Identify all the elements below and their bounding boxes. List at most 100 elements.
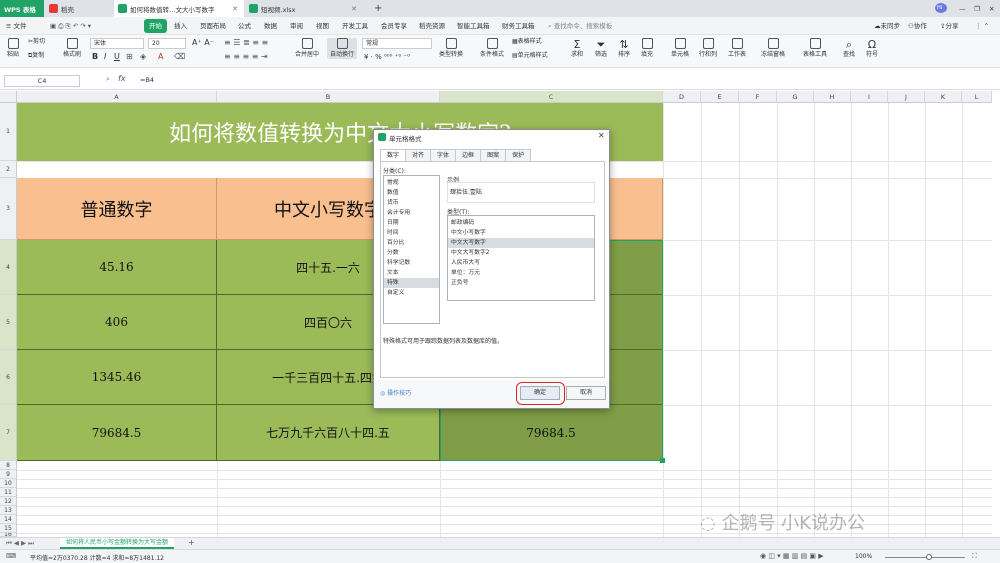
worksheet-button[interactable]: 工作表 xyxy=(725,38,749,59)
row-col-button[interactable]: 行和列 xyxy=(696,38,720,59)
zoom-slider-thumb[interactable] xyxy=(926,554,932,560)
row-header-10[interactable]: 10 xyxy=(0,479,17,488)
align-horizontal-icons[interactable]: ≡ ≡ ≡ ≡ ⇥ xyxy=(224,52,268,62)
column-header-g[interactable]: G xyxy=(777,91,814,103)
category-item[interactable]: 日期 xyxy=(384,218,439,228)
category-item-selected[interactable]: 特殊 xyxy=(384,278,439,288)
macro-icon[interactable]: ⌨ xyxy=(6,552,16,560)
category-item[interactable]: 会计专用 xyxy=(384,208,439,218)
tab-close-icon[interactable]: ✕ xyxy=(351,5,357,13)
tab-alignment[interactable]: 对齐 xyxy=(405,149,432,161)
tab-pattern[interactable]: 图案 xyxy=(480,149,507,161)
add-sheet-button[interactable]: + xyxy=(188,538,195,547)
type-item[interactable]: 正负号 xyxy=(448,278,594,288)
column-header-j[interactable]: J xyxy=(888,91,925,103)
fill-handle[interactable] xyxy=(660,458,665,463)
row-header-15[interactable]: 15 xyxy=(0,524,17,533)
menu-formula[interactable]: 公式 xyxy=(238,19,251,33)
column-header-a[interactable]: A xyxy=(17,91,217,103)
type-item[interactable]: 单位：万元 xyxy=(448,268,594,278)
column-header-k[interactable]: K xyxy=(925,91,962,103)
copy-button[interactable]: ⧉复制 xyxy=(28,52,44,60)
fill-button[interactable]: 填充 xyxy=(638,38,656,59)
collaborate-button[interactable]: ⚇协作 xyxy=(908,19,927,33)
category-item[interactable]: 科学记数 xyxy=(384,258,439,268)
zoom-search-icon[interactable]: ⌕ xyxy=(106,75,110,84)
column-header-h[interactable]: H xyxy=(814,91,851,103)
cells-button[interactable]: 单元格 xyxy=(668,38,692,59)
category-item[interactable]: 时间 xyxy=(384,228,439,238)
restore-button[interactable]: ❐ xyxy=(970,0,982,17)
view-mode-icons[interactable]: ◉ ◫ ▾ ▦ ▥ ▤ ▣ ▶ xyxy=(760,552,824,560)
avatar[interactable]: Hi xyxy=(935,3,947,13)
category-item[interactable]: 数值 xyxy=(384,188,439,198)
ok-button[interactable]: 确定 xyxy=(520,386,560,400)
row-header-12[interactable]: 12 xyxy=(0,497,17,506)
more-icon[interactable]: ⋮ ⌃ xyxy=(975,19,989,33)
symbol-button[interactable]: Ω 符号 xyxy=(863,38,881,59)
conditional-format-button[interactable]: 条件格式 xyxy=(476,38,508,59)
find-button[interactable]: ⌕ 查找 xyxy=(840,38,858,59)
zoom-slider[interactable] xyxy=(885,557,965,558)
column-header-f[interactable]: F xyxy=(739,91,777,103)
data-cell-a5[interactable]: 406 xyxy=(17,295,217,350)
column-header-l[interactable]: L xyxy=(962,91,992,103)
data-cell-a4[interactable]: 45.16 xyxy=(17,240,217,295)
minimize-button[interactable]: — xyxy=(955,0,967,17)
tab-border[interactable]: 边框 xyxy=(455,149,482,161)
menu-view[interactable]: 视图 xyxy=(316,19,329,33)
format-painter-button[interactable]: 格式刷 xyxy=(62,38,82,59)
category-item[interactable]: 货币 xyxy=(384,198,439,208)
number-format-icons[interactable]: ¥ · % ⁰⁰⁰ ⁺⁰ ⁻⁰ xyxy=(364,52,410,62)
row-header-3[interactable]: 3 xyxy=(0,178,17,240)
category-item[interactable]: 常规 xyxy=(384,178,439,188)
tab-docer[interactable]: 稻壳 xyxy=(45,0,113,17)
menu-review[interactable]: 审阅 xyxy=(290,19,303,33)
category-item[interactable]: 文本 xyxy=(384,268,439,278)
row-header-13[interactable]: 13 xyxy=(0,506,17,515)
row-header-2[interactable]: 2 xyxy=(0,161,17,178)
column-header-i[interactable]: I xyxy=(851,91,888,103)
menu-member[interactable]: 会员专享 xyxy=(381,19,407,33)
menu-page-layout[interactable]: 页面布局 xyxy=(200,19,226,33)
menu-smart-toolbox[interactable]: 智能工具箱 xyxy=(457,19,490,33)
dialog-close-icon[interactable]: ✕ xyxy=(598,131,605,140)
data-cell-a6[interactable]: 1345.46 xyxy=(17,350,217,405)
row-header-11[interactable]: 11 xyxy=(0,488,17,497)
row-header-5[interactable]: 5 xyxy=(0,295,17,350)
cancel-button[interactable]: 取消 xyxy=(566,386,606,400)
category-item[interactable]: 分数 xyxy=(384,248,439,258)
sort-button[interactable]: ⇅ 排序 xyxy=(615,38,633,59)
table-style-button[interactable]: ▦表格样式 xyxy=(512,38,542,46)
menu-docer-resources[interactable]: 稻壳资源 xyxy=(419,19,445,33)
data-cell-a7[interactable]: 79684.5 xyxy=(17,405,217,461)
type-item[interactable]: 中文大写数字2 xyxy=(448,248,594,258)
table-tools-button[interactable]: 表格工具 xyxy=(800,38,830,59)
tab-font[interactable]: 字体 xyxy=(430,149,457,161)
freeze-panes-button[interactable]: 冻结窗格 xyxy=(758,38,788,59)
data-cell-c7[interactable]: 79684.5 xyxy=(440,405,663,461)
font-name-select[interactable]: 宋体 xyxy=(90,38,144,49)
italic-button[interactable]: I xyxy=(104,52,106,62)
fill-color-icon[interactable]: ◈ xyxy=(140,52,146,62)
data-cell-b7[interactable]: 七万九千六百八十四.五 xyxy=(217,405,440,461)
row-header-6[interactable]: 6 xyxy=(0,350,17,405)
zoom-level[interactable]: 100% xyxy=(855,553,872,560)
paste-button[interactable]: 粘贴 xyxy=(4,38,22,59)
row-header-9[interactable]: 9 xyxy=(0,470,17,479)
menu-finance-toolbox[interactable]: 财务工具箱 xyxy=(502,19,535,33)
row-header-1[interactable]: 1 xyxy=(0,103,17,161)
align-vertical-icons[interactable]: ≡ ☰ ≣ ≡ ≡ xyxy=(224,38,268,48)
font-size-select[interactable]: 20 xyxy=(148,38,186,49)
font-grow-shrink[interactable]: A⁺ A⁻ xyxy=(192,38,214,48)
row-header-7[interactable]: 7 xyxy=(0,405,17,461)
column-header-e[interactable]: E xyxy=(701,91,739,103)
bold-button[interactable]: B xyxy=(92,52,98,62)
type-item-selected[interactable]: 中文大写数字 xyxy=(448,238,594,248)
category-item[interactable]: 自定义 xyxy=(384,288,439,298)
column-header-c[interactable]: C xyxy=(440,91,663,103)
dialog-titlebar[interactable]: 单元格格式 ✕ xyxy=(374,130,609,144)
tab-protection[interactable]: 保护 xyxy=(505,149,532,161)
font-color-icon[interactable]: A xyxy=(158,52,163,62)
cell-style-button[interactable]: ▤单元格样式 xyxy=(512,52,548,60)
